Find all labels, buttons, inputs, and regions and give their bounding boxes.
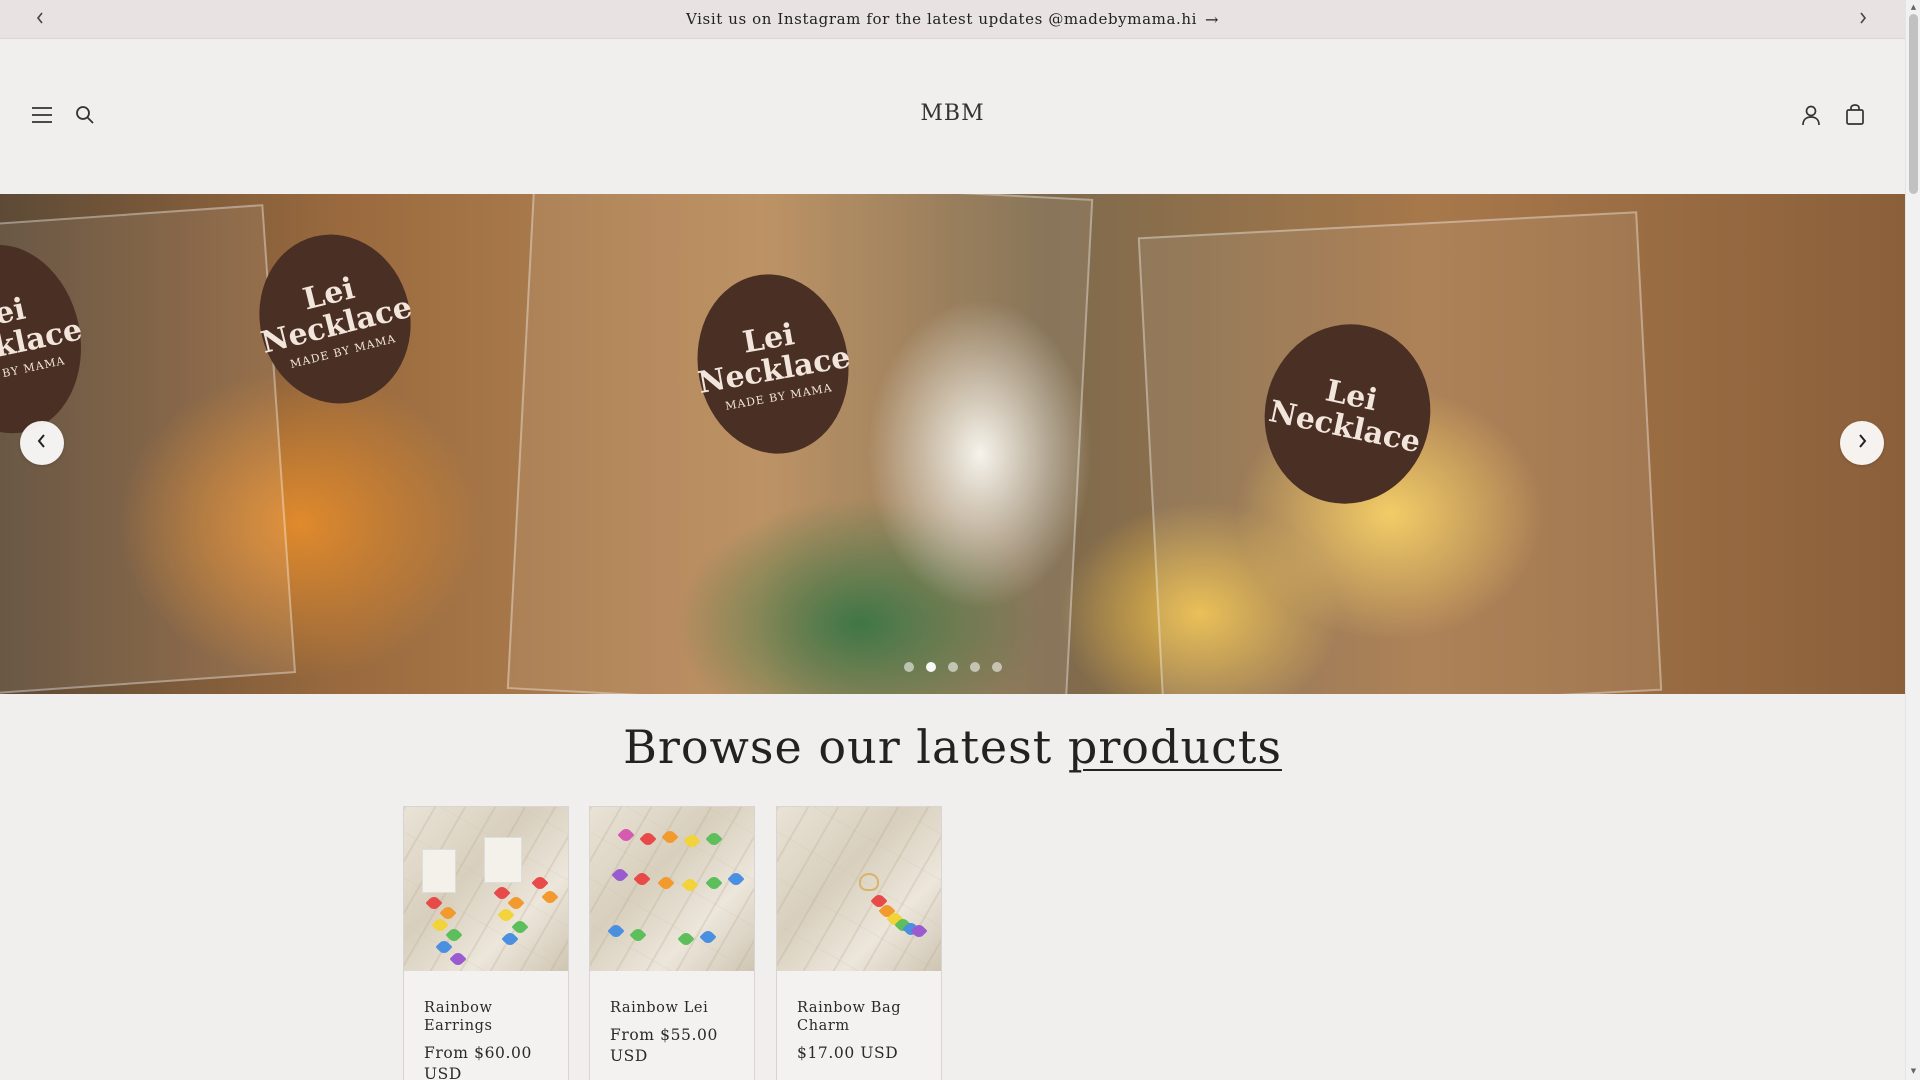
cart-button[interactable] (1837, 99, 1873, 135)
scrollbar-thumb[interactable] (1909, 14, 1918, 194)
page-scrollbar[interactable]: ▲ ▼ (1905, 0, 1920, 1080)
slide-dots (0, 662, 1905, 672)
announcement-text: Visit us on Instagram for the latest upd… (685, 10, 1198, 28)
hero-slideshow: Lei Necklace MADE BY MAMA Lei Necklace M… (0, 194, 1905, 694)
earring-card (484, 837, 522, 883)
site-header: MBM (0, 39, 1905, 194)
heart-charm (859, 873, 879, 891)
slide-dot-1[interactable] (903, 662, 914, 672)
product-name[interactable]: Rainbow Earrings (424, 999, 554, 1035)
earring-card (422, 849, 456, 893)
announcement-bar: Visit us on Instagram for the latest upd… (0, 0, 1905, 39)
products-link[interactable]: products (1068, 720, 1282, 774)
chevron-right-icon (1856, 433, 1868, 453)
section-title: Browse our latest products (0, 720, 1905, 774)
product-image (590, 807, 754, 971)
announcement-next-button[interactable] (1843, 0, 1883, 39)
account-button[interactable] (1793, 99, 1829, 135)
user-icon (1801, 104, 1821, 130)
arrow-right-icon: → (1205, 9, 1220, 29)
product-price: From $55.00 USD (610, 1026, 718, 1065)
product-image (404, 807, 568, 971)
bag-icon (1845, 104, 1865, 130)
slide-dot-5[interactable] (991, 662, 1002, 672)
slide-dot-2[interactable] (925, 662, 936, 672)
chevron-right-icon (1858, 9, 1868, 30)
slide-dot-4[interactable] (969, 662, 980, 672)
product-image (777, 807, 941, 971)
scroll-up-arrow-icon[interactable]: ▲ (1909, 2, 1918, 12)
chevron-left-icon (35, 9, 45, 30)
product-card[interactable]: Rainbow Lei From $55.00 USD (589, 806, 755, 1080)
product-name[interactable]: Rainbow Bag Charm (797, 999, 927, 1035)
announcement-prev-button[interactable] (20, 0, 60, 39)
slide-next-button[interactable] (1840, 421, 1884, 465)
announcement-link[interactable]: Visit us on Instagram for the latest upd… (686, 10, 1219, 29)
slide-prev-button[interactable] (20, 421, 64, 465)
section-title-text: Browse our latest (623, 720, 1053, 774)
product-price: From $60.00 USD (424, 1044, 532, 1080)
scroll-down-arrow-icon[interactable]: ▼ (1909, 1066, 1918, 1076)
product-price: $17.00 USD (797, 1044, 899, 1062)
chevron-left-icon (36, 433, 48, 453)
product-name[interactable]: Rainbow Lei (610, 999, 740, 1017)
product-card[interactable]: Rainbow Earrings From $60.00 USD (403, 806, 569, 1080)
product-card[interactable]: Rainbow Bag Charm $17.00 USD (776, 806, 942, 1080)
slide-dot-3[interactable] (947, 662, 958, 672)
site-logo[interactable]: MBM (0, 101, 1905, 126)
